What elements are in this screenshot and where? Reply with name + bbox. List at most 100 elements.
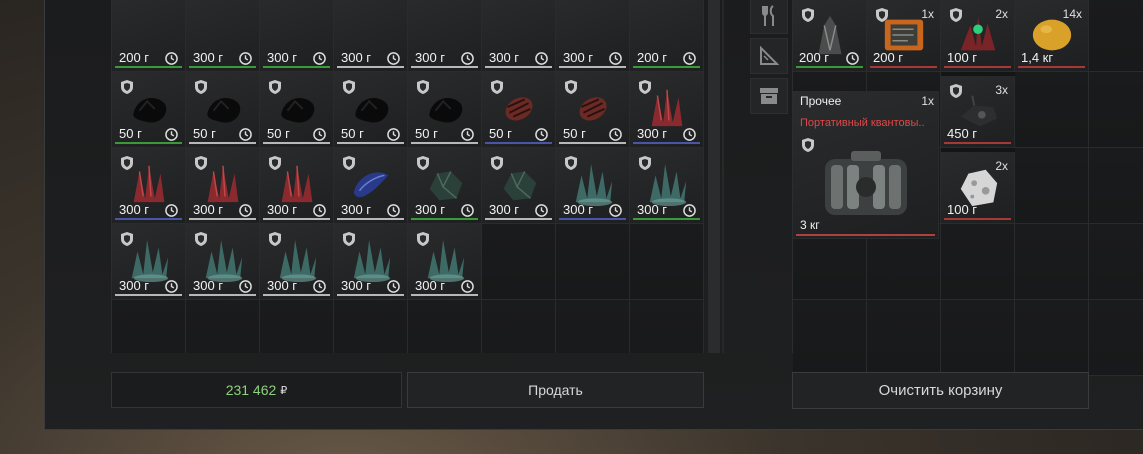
inventory-item[interactable]: 300 г: [112, 148, 186, 224]
basket-item-quantum-device[interactable]: Прочее 1x Портативный квантовы.. 3 кг: [793, 91, 939, 239]
inventory-item[interactable]: 300 г: [482, 148, 556, 224]
item-price: 50 г: [563, 126, 586, 141]
rarity-bar: [115, 142, 182, 144]
clock-icon: [683, 204, 696, 217]
basket-item[interactable]: 14x 1,4 кг: [1015, 0, 1089, 72]
inventory-item[interactable]: 200 г: [112, 0, 186, 72]
basket-item[interactable]: 1x 200 г: [867, 0, 941, 72]
item-price: 300 г: [119, 202, 150, 217]
inventory-item[interactable]: 300 г: [630, 72, 704, 148]
rarity-bar: [944, 66, 1011, 68]
inventory-item[interactable]: 300 г: [408, 148, 482, 224]
clock-icon: [239, 280, 252, 293]
clock-icon: [387, 280, 400, 293]
basket-item[interactable]: 3x 450 г: [941, 76, 1015, 148]
item-price: 200 г: [637, 50, 668, 65]
inventory-item[interactable]: 300 г: [556, 148, 630, 224]
item-category: Прочее: [800, 94, 842, 108]
inventory-item[interactable]: 300 г: [334, 224, 408, 300]
rarity-bar: [263, 66, 330, 68]
item-price: 300 г: [637, 202, 668, 217]
inventory-item[interactable]: 300 г: [260, 224, 334, 300]
inventory-empty-slot: [260, 300, 334, 353]
inventory-item[interactable]: 50 г: [408, 72, 482, 148]
rarity-bar: [633, 66, 700, 68]
rarity-bar: [559, 218, 626, 220]
inventory-item[interactable]: 50 г: [112, 72, 186, 148]
basket-item[interactable]: 2x 100 г: [941, 152, 1015, 224]
inventory-item[interactable]: 50 г: [260, 72, 334, 148]
basket-empty-slot: [1015, 148, 1089, 224]
shield-icon: [195, 156, 207, 170]
rarity-bar: [337, 142, 404, 144]
inventory-item[interactable]: 300 г: [408, 0, 482, 72]
inventory-empty-slot: [334, 300, 408, 353]
item-quantity: 14x: [1062, 7, 1082, 21]
box-icon: [760, 88, 778, 104]
rarity-bar: [411, 142, 478, 144]
ruler-icon: [760, 46, 779, 65]
inventory-item[interactable]: 300 г: [186, 148, 260, 224]
filter-misc-button[interactable]: [750, 78, 788, 114]
shield-icon: [343, 156, 355, 170]
item-price: 50 г: [267, 126, 290, 141]
shield-icon: [950, 8, 962, 22]
clock-icon: [609, 52, 622, 65]
item-price: 1,4 кг: [1021, 50, 1054, 65]
inventory-item[interactable]: 300 г: [334, 0, 408, 72]
inventory-item[interactable]: 300 г: [408, 224, 482, 300]
basket-empty-slot: [1015, 300, 1089, 376]
shield-icon: [269, 80, 281, 94]
inventory-item[interactable]: 200 г: [630, 0, 704, 72]
inventory-item[interactable]: 300 г: [556, 0, 630, 72]
shield-icon: [639, 80, 651, 94]
filter-food-button[interactable]: [750, 0, 788, 34]
clock-icon: [313, 204, 326, 217]
item-price: 100 г: [947, 202, 978, 217]
inventory-item[interactable]: 300 г: [482, 0, 556, 72]
rarity-bar: [189, 66, 256, 68]
basket-empty-slot: [1089, 0, 1143, 72]
shield-icon: [195, 232, 207, 246]
shield-icon: [639, 156, 651, 170]
shield-icon: [417, 232, 429, 246]
rarity-bar: [633, 218, 700, 220]
clock-icon: [846, 52, 859, 65]
inventory-item[interactable]: 50 г: [334, 72, 408, 148]
inventory-item[interactable]: 300 г: [186, 0, 260, 72]
rarity-bar: [411, 218, 478, 220]
inventory-item[interactable]: 50 г: [482, 72, 556, 148]
clock-icon: [609, 204, 622, 217]
inventory-item[interactable]: 300 г: [260, 0, 334, 72]
inventory-item[interactable]: 300 г: [260, 148, 334, 224]
rarity-bar: [485, 142, 552, 144]
clock-icon: [313, 128, 326, 141]
quantum-device-image: [825, 151, 907, 215]
clock-icon: [461, 52, 474, 65]
clock-icon: [461, 204, 474, 217]
clock-icon: [239, 52, 252, 65]
rarity-bar: [115, 66, 182, 68]
item-price: 50 г: [119, 126, 142, 141]
item-price: 300 г: [267, 202, 298, 217]
clock-icon: [461, 280, 474, 293]
item-price: 50 г: [193, 126, 216, 141]
inventory-item[interactable]: 50 г: [186, 72, 260, 148]
basket-item[interactable]: 200 г: [793, 0, 867, 72]
rarity-bar: [263, 294, 330, 296]
filter-tools-button[interactable]: [750, 38, 788, 74]
inventory-empty-slot: [482, 300, 556, 353]
inventory-item[interactable]: 300 г: [630, 148, 704, 224]
inventory-item[interactable]: 300 г: [334, 148, 408, 224]
shield-icon: [950, 84, 962, 98]
inventory-item[interactable]: 300 г: [112, 224, 186, 300]
inventory-item[interactable]: 50 г: [556, 72, 630, 148]
rarity-bar: [411, 294, 478, 296]
sell-button[interactable]: Продать: [407, 372, 704, 408]
clear-basket-button[interactable]: Очистить корзину: [792, 372, 1089, 409]
inventory-item[interactable]: 300 г: [186, 224, 260, 300]
clock-icon: [683, 52, 696, 65]
basket-item[interactable]: 2x 100 г: [941, 0, 1015, 72]
item-price: 50 г: [341, 126, 364, 141]
inventory-scrollbar[interactable]: [708, 0, 720, 353]
